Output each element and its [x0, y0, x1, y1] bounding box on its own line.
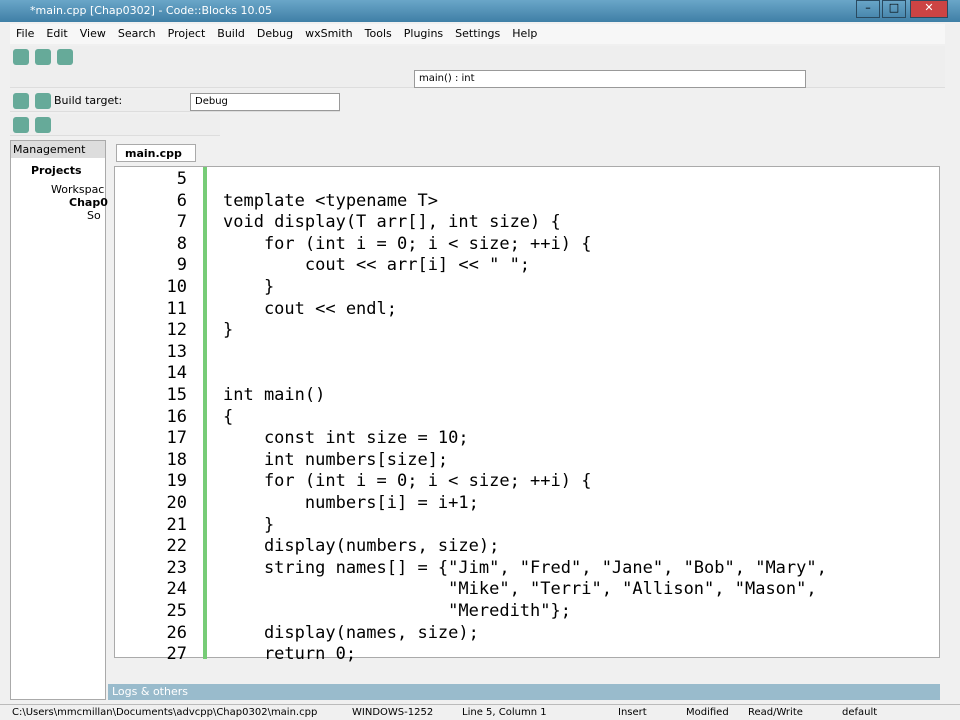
modified-status: Modified [686, 707, 729, 718]
line-number: 7 [176, 212, 187, 233]
line-number: 20 [166, 493, 187, 513]
window-title: *main.cpp [Chap0302] - Code::Blocks 10.0… [30, 4, 272, 17]
line-number: 19 [166, 471, 187, 492]
maximize-button[interactable]: □ [882, 0, 906, 18]
close-button[interactable]: ✕ [910, 0, 948, 18]
code-line[interactable]: } [223, 277, 274, 297]
tree-sources[interactable]: So [11, 209, 105, 222]
build-target-select[interactable]: Debug [190, 93, 340, 111]
code-editor[interactable]: 5 6 template <typename T> 7 void display(T a… [114, 166, 940, 664]
line-number: 16 [166, 406, 187, 427]
open-icon[interactable] [35, 49, 51, 65]
menu-project[interactable]: Project [162, 24, 212, 43]
code-line[interactable]: return 0; [223, 644, 356, 664]
line-number: 22 [166, 536, 187, 557]
change-bar [203, 167, 207, 659]
line-number: 13 [166, 341, 187, 362]
line-number: 12 [166, 320, 187, 341]
tree-project[interactable]: Chap0 [11, 196, 108, 209]
code-line[interactable]: display(names, size); [223, 623, 479, 643]
code-line[interactable]: cout << arr[i] << " "; [223, 255, 530, 275]
code-line[interactable]: int main() [223, 385, 325, 405]
code-line[interactable]: for (int i = 0; i < size; ++i) { [223, 471, 592, 491]
new-icon[interactable] [13, 49, 29, 65]
line-number: 26 [166, 622, 187, 643]
code-line[interactable]: { [223, 407, 233, 427]
cursor-position: Line 5, Column 1 [462, 707, 547, 718]
debug-icon[interactable] [13, 117, 29, 133]
code-line[interactable]: numbers[i] = i+1; [223, 493, 479, 513]
menu-help[interactable]: Help [506, 24, 543, 43]
code-line[interactable]: display(numbers, size); [223, 536, 499, 556]
code-line[interactable]: "Mike", "Terri", "Allison", "Mason", [223, 579, 816, 599]
build-target-label: Build target: [54, 94, 123, 107]
insert-mode: Insert [618, 707, 647, 718]
menu-build[interactable]: Build [211, 24, 251, 43]
line-number: 21 [166, 514, 187, 535]
status-bar: C:\Users\mmcmillan\Documents\advcpp\Chap… [0, 704, 960, 720]
line-number: 25 [166, 601, 187, 621]
tab-projects[interactable]: Projects [11, 158, 105, 183]
management-title: Management [11, 141, 105, 158]
menu-wxsmith[interactable]: wxSmith [299, 24, 359, 43]
debug-toolbar [10, 114, 220, 136]
code-line[interactable]: cout << endl; [223, 299, 397, 319]
title-bar: *main.cpp [Chap0302] - Code::Blocks 10.0… [0, 0, 960, 22]
line-number: 8 [176, 233, 187, 254]
code-line[interactable]: void display(T arr[], int size) { [223, 212, 561, 232]
line-number: 18 [166, 449, 187, 470]
menu-search[interactable]: Search [112, 24, 162, 43]
logs-panel[interactable]: Logs & others [108, 684, 940, 700]
code-line[interactable]: } [223, 320, 233, 340]
line-number: 17 [166, 428, 187, 449]
menu-settings[interactable]: Settings [449, 24, 506, 43]
minimize-button[interactable]: – [856, 0, 880, 18]
file-path: C:\Users\mmcmillan\Documents\advcpp\Chap… [12, 707, 318, 718]
management-panel: Management Projects Workspac Chap0 So [10, 140, 108, 700]
line-number: 10 [166, 277, 187, 297]
tab-main-cpp[interactable]: main.cpp [116, 144, 196, 162]
code-line[interactable]: } [223, 515, 274, 535]
run-icon[interactable] [35, 93, 51, 109]
line-number: 9 [176, 255, 187, 276]
menu-debug[interactable]: Debug [251, 24, 299, 43]
line-number: 27 [166, 644, 187, 665]
line-number: 15 [166, 385, 187, 405]
line-number: 6 [176, 190, 187, 211]
code-line[interactable]: int numbers[size]; [223, 450, 448, 470]
menu-plugins[interactable]: Plugins [398, 24, 449, 43]
menu-bar: File Edit View Search Project Build Debug wxSmi… [10, 24, 945, 44]
line-number: 14 [166, 363, 187, 384]
line-number: 11 [166, 298, 187, 319]
code-line[interactable]: template <typename T> [223, 191, 438, 211]
encoding: WINDOWS-1252 [352, 707, 434, 718]
code-line[interactable]: string names[] = {"Jim", "Fred", "Jane",… [223, 558, 827, 578]
save-icon[interactable] [57, 49, 73, 65]
menu-tools[interactable]: Tools [359, 24, 398, 43]
step-icon[interactable] [35, 117, 51, 133]
menu-file[interactable]: File [10, 24, 40, 43]
code-line[interactable]: for (int i = 0; i < size; ++i) { [223, 234, 592, 254]
tree-workspace[interactable]: Workspac [11, 183, 105, 196]
menu-edit[interactable]: Edit [40, 24, 73, 43]
function-select[interactable]: main() : int [414, 70, 806, 88]
line-number: 24 [166, 579, 187, 600]
menu-view[interactable]: View [74, 24, 112, 43]
build-icon[interactable] [13, 93, 29, 109]
line-number: 5 [176, 169, 187, 189]
code-line[interactable]: const int size = 10; [223, 428, 469, 448]
line-number: 23 [166, 557, 187, 578]
code-line[interactable]: "Meredith"}; [223, 601, 571, 621]
eol-mode: default [842, 707, 878, 718]
read-write: Read/Write [748, 707, 803, 718]
